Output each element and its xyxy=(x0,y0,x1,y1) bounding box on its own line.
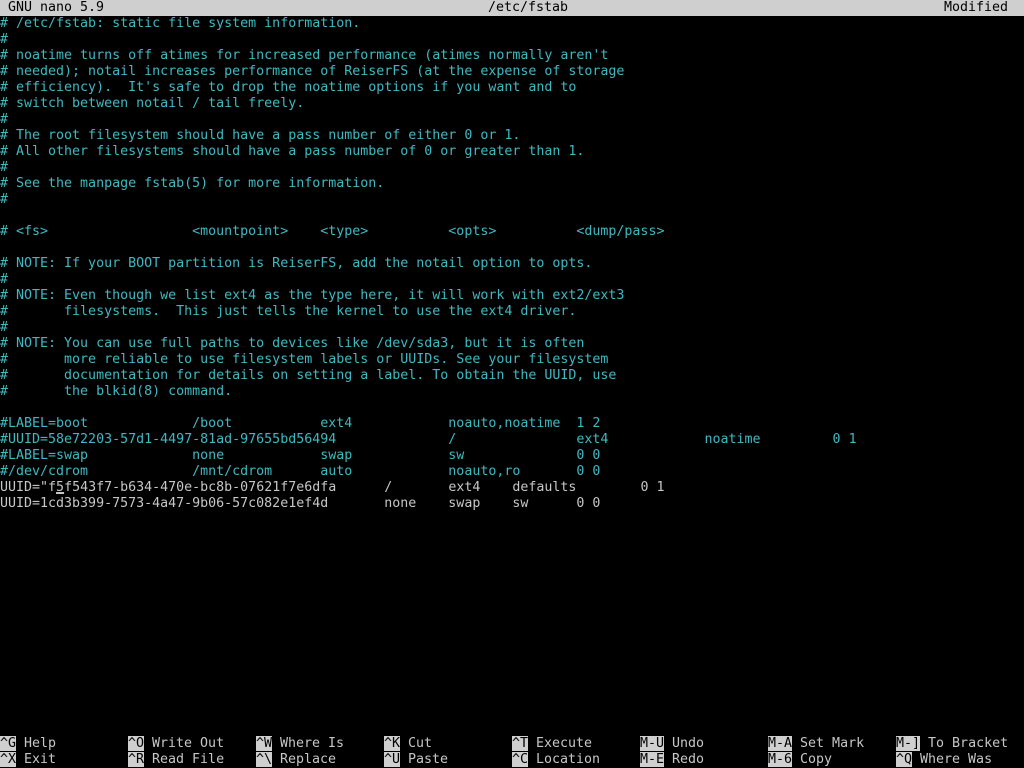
shortcut-to-bracket[interactable]: M-] To Bracket xyxy=(896,736,1008,752)
shortcut-where-was[interactable]: ^Q Where Was xyxy=(896,752,992,768)
shortcut-label: Redo xyxy=(664,752,705,767)
editor-line[interactable]: # more reliable to use filesystem labels… xyxy=(0,352,1024,368)
shortcut-label: Paste xyxy=(400,752,449,767)
shortcut-cut[interactable]: ^K Cut xyxy=(384,736,432,752)
shortcut-replace[interactable]: ^\ Replace xyxy=(256,752,336,768)
editor-line[interactable]: # the blkid(8) command. xyxy=(0,384,1024,400)
shortcut-read-file[interactable]: ^R Read File xyxy=(128,752,224,768)
shortcut-key: M-] xyxy=(896,736,921,751)
shortcut-label: Copy xyxy=(792,752,833,767)
editor-line[interactable]: UUID="f5f543f7-b634-470e-bc8b-07621f7e6d… xyxy=(0,480,1024,496)
shortcut-label: Read File xyxy=(144,752,225,767)
shortcut-label: To Bracket xyxy=(920,736,1009,751)
shortcut-key: ^Q xyxy=(896,752,913,767)
shortcut-label: Undo xyxy=(664,736,705,751)
editor-line[interactable]: # <fs> <mountpoint> <type> <opts> <dump/… xyxy=(0,224,1024,240)
shortcut-execute[interactable]: ^T Execute xyxy=(512,736,592,752)
editor-line[interactable]: # xyxy=(0,160,1024,176)
shortcut-key: ^R xyxy=(128,752,145,767)
editor-line[interactable]: # All other filesystems should have a pa… xyxy=(0,144,1024,160)
editor-line[interactable] xyxy=(0,208,1024,224)
shortcut-set-mark[interactable]: M-A Set Mark xyxy=(768,736,864,752)
shortcut-key: ^K xyxy=(384,736,401,751)
shortcut-label: Exit xyxy=(16,752,57,767)
shortcut-location[interactable]: ^C Location xyxy=(512,752,600,768)
shortcut-where-is[interactable]: ^W Where Is xyxy=(256,736,344,752)
editor-line[interactable]: # /etc/fstab: static file system informa… xyxy=(0,16,1024,32)
shortcut-write-out[interactable]: ^O Write Out xyxy=(128,736,224,752)
shortcut-undo[interactable]: M-U Undo xyxy=(640,736,704,752)
editor-line[interactable]: # needed); notail increases performance … xyxy=(0,64,1024,80)
modified-status-label: Modified xyxy=(943,0,1008,15)
editor-line[interactable]: # NOTE: If your BOOT partition is Reiser… xyxy=(0,256,1024,272)
shortcut-key: M-U xyxy=(640,736,665,751)
editor-line[interactable]: #LABEL=boot /boot ext4 noauto,noatime 1 … xyxy=(0,416,1024,432)
shortcut-copy[interactable]: M-6 Copy xyxy=(768,752,832,768)
shortcut-key: ^\ xyxy=(256,752,273,767)
shortcut-key: M-A xyxy=(768,736,793,751)
shortcut-label: Set Mark xyxy=(792,736,865,751)
shortcut-key: ^X xyxy=(0,752,17,767)
shortcut-label: Where Is xyxy=(272,736,345,751)
editor-line[interactable]: # NOTE: You can use full paths to device… xyxy=(0,336,1024,352)
shortcut-label: Replace xyxy=(272,752,337,767)
editor-line[interactable]: # filesystems. This just tells the kerne… xyxy=(0,304,1024,320)
file-name-label: /etc/fstab xyxy=(488,0,569,15)
shortcut-key: ^T xyxy=(512,736,529,751)
editor-line[interactable]: # See the manpage fstab(5) for more info… xyxy=(0,176,1024,192)
editor-text-area[interactable]: # /etc/fstab: static file system informa… xyxy=(0,16,1024,704)
shortcut-key: ^O xyxy=(128,736,145,751)
shortcut-label: Cut xyxy=(400,736,433,751)
shortcut-key: ^C xyxy=(512,752,529,767)
editor-line[interactable]: # noatime turns off atimes for increased… xyxy=(0,48,1024,64)
editor-line[interactable]: # xyxy=(0,112,1024,128)
editor-line[interactable]: # efficiency). It's safe to drop the noa… xyxy=(0,80,1024,96)
shortcut-help[interactable]: ^G Help xyxy=(0,736,56,752)
shortcut-redo[interactable]: M-E Redo xyxy=(640,752,704,768)
app-version-label: GNU nano 5.9 xyxy=(8,0,105,15)
shortcut-key: M-6 xyxy=(768,752,793,767)
shortcut-key: ^G xyxy=(0,736,17,751)
editor-line[interactable] xyxy=(0,400,1024,416)
editor-line[interactable] xyxy=(0,240,1024,256)
editor-line[interactable]: # xyxy=(0,272,1024,288)
editor-line[interactable]: #/dev/cdrom /mnt/cdrom auto noauto,ro 0 … xyxy=(0,464,1024,480)
editor-line[interactable]: UUID=1cd3b399-7573-4a47-9b06-57c082e1ef4… xyxy=(0,496,1024,512)
editor-line[interactable]: # documentation for details on setting a… xyxy=(0,368,1024,384)
editor-line[interactable]: #LABEL=swap none swap sw 0 0 xyxy=(0,448,1024,464)
editor-line[interactable]: # The root filesystem should have a pass… xyxy=(0,128,1024,144)
shortcut-key: ^U xyxy=(384,752,401,767)
shortcut-key: M-E xyxy=(640,752,665,767)
shortcut-label: Location xyxy=(528,752,601,767)
title-bar: GNU nano 5.9 /etc/fstab Modified xyxy=(0,0,1024,16)
editor-line[interactable]: # xyxy=(0,320,1024,336)
editor-line[interactable]: # NOTE: Even though we list ext4 as the … xyxy=(0,288,1024,304)
shortcut-key: ^W xyxy=(256,736,273,751)
shortcut-exit[interactable]: ^X Exit xyxy=(0,752,56,768)
editor-line[interactable]: # switch between notail / tail freely. xyxy=(0,96,1024,112)
shortcut-label: Execute xyxy=(528,736,593,751)
text-cursor: 5 xyxy=(56,480,65,495)
shortcut-bar: ^G Help ^X Exit ^O Write Out ^R Read File ^W… xyxy=(0,736,1024,768)
shortcut-label: Write Out xyxy=(144,736,225,751)
shortcut-label: Where Was xyxy=(912,752,993,767)
editor-line[interactable]: # xyxy=(0,32,1024,48)
shortcut-label: Help xyxy=(16,736,57,751)
editor-line[interactable]: # xyxy=(0,192,1024,208)
shortcut-paste[interactable]: ^U Paste xyxy=(384,752,448,768)
editor-line[interactable]: #UUID=58e72203-57d1-4497-81ad-97655bd564… xyxy=(0,432,1024,448)
